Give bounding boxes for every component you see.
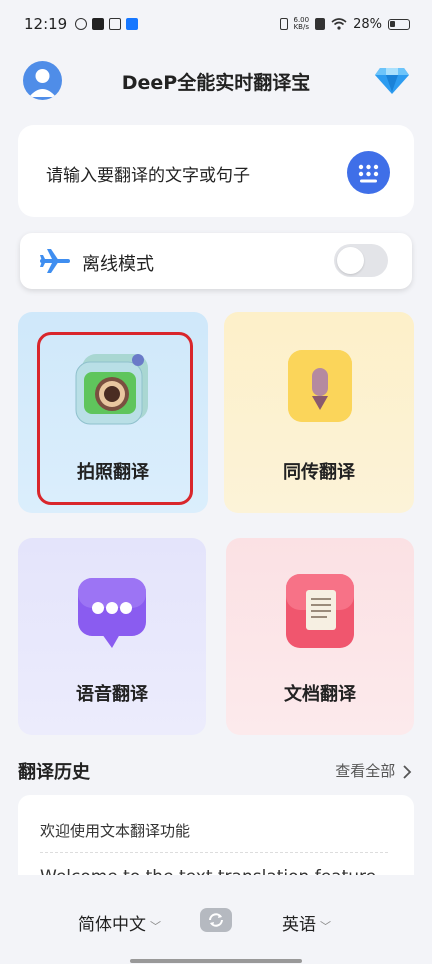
feature-voice-label: 语音翻译 [76,684,148,705]
vibrate-icon [279,18,288,30]
swap-languages-button[interactable] [200,908,232,932]
text-input-card[interactable]: 请输入要翻译的文字或句子 [18,125,414,217]
view-all-label: 查看全部 [335,762,396,780]
target-language-label: 英语 [282,915,316,935]
feature-voice-translate[interactable]: 语音翻译 [18,538,206,735]
document-icon [286,574,354,648]
app-header: DeeP全能实时翻译宝 [0,56,432,106]
notification-icon [75,18,88,30]
toggle-knob [337,247,364,274]
history-card[interactable]: 欢迎使用文本翻译功能 Welcome to the text translati… [18,795,414,875]
mail-notification-icon [109,18,122,30]
source-language-select[interactable]: 简体中文 ﹀ [78,910,161,935]
airplane-icon [40,249,70,273]
microphone-icon [288,350,352,422]
feature-document-translate[interactable]: 文档翻译 [226,538,414,735]
chevron-down-icon: ﹀ [150,920,161,933]
target-language-select[interactable]: 英语 ﹀ [282,910,331,935]
history-title: 翻译历史 [18,762,90,783]
language-bar: 简体中文 ﹀ 英语 ﹀ [0,875,432,964]
offline-mode-row: 离线模式 [20,233,412,289]
app-title: DeeP全能实时翻译宝 [121,72,311,94]
chat-bubble-icon [78,578,146,648]
battery-icon [388,18,410,30]
status-bar: 12:19 6.00 KB/s 28% [0,0,432,48]
net-speed-unit: KB/s [293,23,309,31]
feature-simultaneous-translate[interactable]: 同传翻译 [224,312,414,513]
alipay-notification-icon [126,18,139,30]
history-target-text: Welcome to the text translation feature [40,867,376,875]
chevron-right-icon [403,764,412,779]
sim-off-icon [315,18,326,30]
status-time: 12:19 [24,15,68,33]
view-all-link[interactable]: 查看全部 [335,760,412,781]
wifi-icon [331,18,347,30]
chevron-down-icon: ﹀ [320,920,331,933]
feature-document-label: 文档翻译 [284,684,356,705]
app-notification-icon [92,18,105,30]
keyboard-button[interactable] [347,151,390,194]
input-prompt: 请输入要翻译的文字或句子 [46,166,250,186]
keyboard-icon [358,164,379,183]
network-speed: 6.00 KB/s [294,17,310,31]
diamond-icon[interactable] [374,64,410,96]
selection-highlight [37,332,193,505]
history-source-text: 欢迎使用文本翻译功能 [40,822,191,840]
offline-mode-toggle[interactable] [334,244,388,277]
feature-simultaneous-label: 同传翻译 [283,462,355,483]
home-indicator[interactable] [130,959,302,963]
swap-icon [209,913,223,927]
offline-mode-label: 离线模式 [82,254,154,275]
history-divider [40,852,388,853]
battery-percent: 28% [353,16,382,32]
source-language-label: 简体中文 [78,915,146,935]
